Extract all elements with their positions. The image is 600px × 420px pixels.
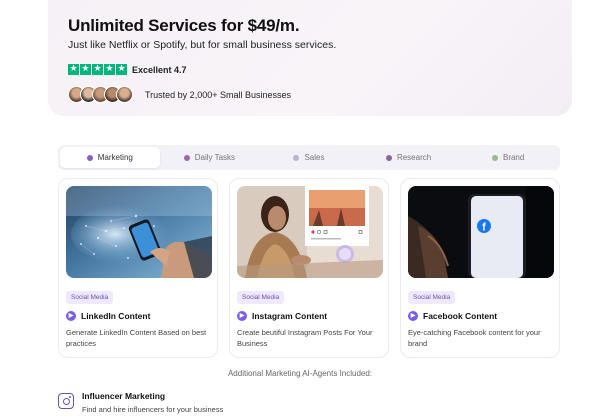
category-tabs: Marketing Daily Tasks Sales Research Bra… bbox=[58, 145, 560, 170]
star-icon: ★ bbox=[92, 64, 103, 75]
card-description: Eye-catching Facebook content for your b… bbox=[408, 328, 541, 348]
card-title-row: ▶ Facebook Content bbox=[408, 311, 497, 321]
category-badge: Social Media bbox=[66, 291, 114, 304]
extra-item-description: Find and hire influencers for your busin… bbox=[82, 405, 224, 414]
card-description: Generate LinkedIn Content Based on best … bbox=[66, 328, 207, 348]
linkedin-content-card[interactable]: Social Media ▶ LinkedIn Content Generate… bbox=[58, 178, 218, 358]
card-title: Instagram Content bbox=[252, 311, 328, 321]
star-icon: ★ bbox=[116, 64, 127, 75]
hero-title: Unlimited Services for $49/m. bbox=[68, 16, 300, 35]
additional-agents-heading: Additional Marketing AI-Agents Included: bbox=[227, 369, 373, 378]
star-icon: ★ bbox=[68, 64, 79, 75]
card-title: LinkedIn Content bbox=[81, 311, 151, 321]
hero-subtitle: Just like Netflix or Spotify, but for sm… bbox=[68, 39, 337, 51]
card-title-row: ▶ Instagram Content bbox=[237, 311, 327, 321]
trustpilot-rating: ★ ★ ★ ★ ★ Excellent 4.7 bbox=[68, 64, 187, 75]
marketing-icon bbox=[86, 154, 93, 161]
customer-avatars bbox=[68, 86, 133, 103]
extra-item-title: Influencer Marketing bbox=[82, 391, 166, 401]
tab-sales[interactable]: Sales bbox=[259, 147, 359, 168]
play-icon: ▶ bbox=[66, 311, 76, 321]
facebook-content-card[interactable]: f Social Media ▶ Facebook Content Eye-ca… bbox=[400, 178, 560, 358]
star-icon: ★ bbox=[80, 64, 91, 75]
facebook-phone-image: f bbox=[408, 186, 554, 278]
phone-network-image bbox=[66, 186, 212, 278]
tab-brand[interactable]: Brand bbox=[458, 147, 558, 168]
card-description: Create beutiful Instagram Posts For Your… bbox=[237, 328, 373, 348]
rating-label: Excellent 4.7 bbox=[132, 64, 187, 75]
play-icon: ▶ bbox=[408, 311, 418, 321]
influencer-marketing-item[interactable]: Influencer Marketing Find and hire influ… bbox=[58, 391, 223, 414]
daily-tasks-icon bbox=[183, 154, 190, 161]
avatar bbox=[116, 86, 133, 103]
tab-label: Research bbox=[396, 153, 432, 162]
play-icon: ▶ bbox=[237, 311, 247, 321]
tab-research[interactable]: Research bbox=[359, 147, 459, 168]
star-icon: ★ bbox=[104, 64, 115, 75]
tab-label: Sales bbox=[304, 153, 325, 162]
tab-label: Marketing bbox=[97, 153, 133, 162]
tab-label: Daily Tasks bbox=[194, 153, 236, 162]
tab-marketing[interactable]: Marketing bbox=[60, 147, 160, 168]
hero-banner: Unlimited Services for $49/m. Just like … bbox=[48, 0, 572, 116]
rating-stars: ★ ★ ★ ★ ★ bbox=[68, 64, 127, 75]
trusted-label: Trusted by 2,000+ Small Businesses bbox=[145, 89, 291, 100]
category-badge: Social Media bbox=[408, 291, 456, 304]
tab-label: Brand bbox=[502, 153, 525, 162]
brand-icon bbox=[491, 154, 498, 161]
instagram-icon bbox=[58, 393, 74, 409]
trusted-row: Trusted by 2,000+ Small Businesses bbox=[68, 86, 291, 103]
card-title: Facebook Content bbox=[423, 311, 498, 321]
sales-icon bbox=[293, 154, 300, 161]
tab-daily-tasks[interactable]: Daily Tasks bbox=[160, 147, 260, 168]
instagram-content-card[interactable]: Social Media ▶ Instagram Content Create … bbox=[229, 178, 389, 358]
instagram-woman-image bbox=[237, 186, 383, 278]
card-title-row: ▶ LinkedIn Content bbox=[66, 311, 150, 321]
category-badge: Social Media bbox=[237, 291, 285, 304]
svg-text:f: f bbox=[482, 222, 486, 234]
research-icon bbox=[385, 154, 392, 161]
